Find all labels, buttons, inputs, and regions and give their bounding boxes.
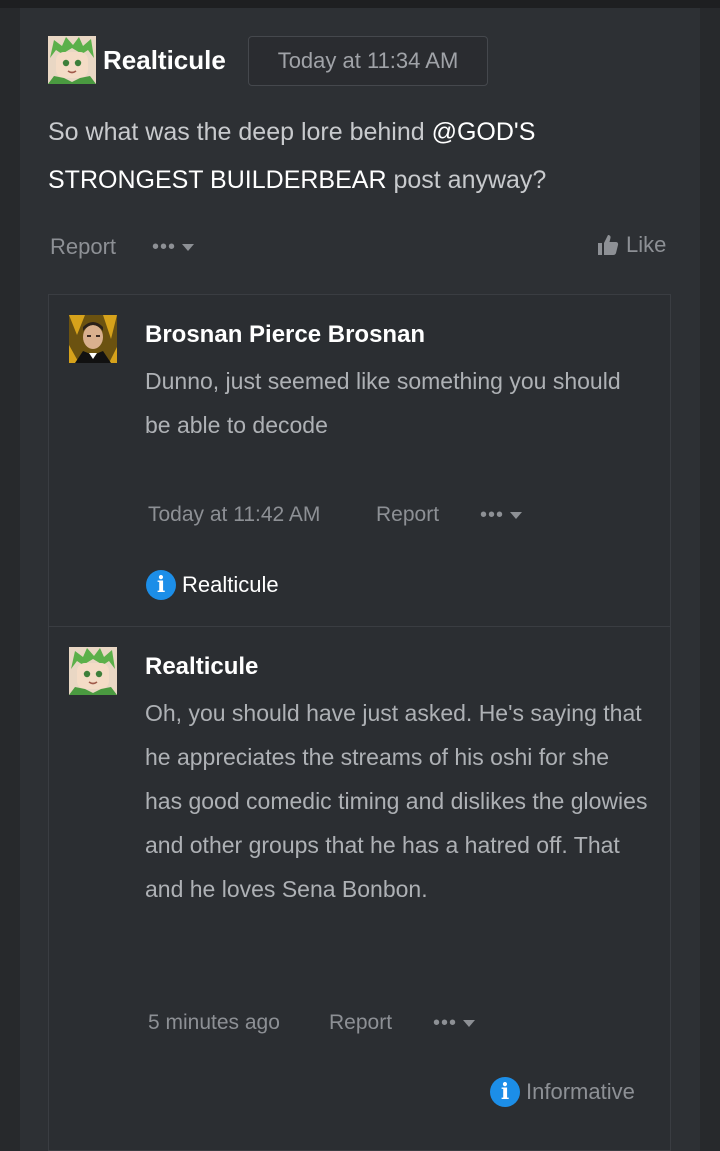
comment-item: Realticule Oh, you should have just aske… bbox=[49, 626, 670, 1151]
comment-body: Oh, you should have just asked. He's say… bbox=[145, 700, 648, 902]
caret-down-icon bbox=[510, 512, 523, 520]
comment-timestamp[interactable]: 5 minutes ago bbox=[148, 1011, 280, 1035]
reaction-label[interactable]: Informative bbox=[526, 1079, 635, 1105]
commenter-name[interactable]: Brosnan Pierce Brosnan bbox=[145, 321, 425, 349]
comment-list: Brosnan Pierce Brosnan Dunno, just seeme… bbox=[48, 294, 671, 1151]
comment-body: Dunno, just seemed like something you sh… bbox=[145, 368, 621, 438]
like-button[interactable]: Like bbox=[596, 232, 666, 258]
author-avatar[interactable] bbox=[48, 36, 96, 84]
comment-timestamp[interactable]: Today at 11:42 AM bbox=[148, 503, 320, 527]
caret-down-icon bbox=[182, 244, 195, 252]
more-dots: ••• bbox=[433, 1012, 458, 1034]
comment-item: Brosnan Pierce Brosnan Dunno, just seeme… bbox=[49, 295, 670, 626]
commenter-avatar[interactable] bbox=[69, 315, 117, 363]
thumbs-up-icon bbox=[598, 235, 619, 255]
report-button[interactable]: Report bbox=[50, 234, 116, 260]
informative-icon: i bbox=[146, 570, 176, 600]
reaction-summary[interactable]: i Informative bbox=[490, 1077, 635, 1107]
top-bar bbox=[0, 0, 720, 8]
post-timestamp[interactable]: Today at 11:34 AM bbox=[248, 36, 488, 86]
comment-more-options-button[interactable]: ••• bbox=[433, 1012, 476, 1035]
informative-icon: i bbox=[490, 1077, 520, 1107]
more-options-button[interactable]: ••• bbox=[152, 236, 195, 259]
comment-more-options-button[interactable]: ••• bbox=[480, 504, 523, 527]
post-body: So what was the deep lore behind @GOD'S … bbox=[48, 108, 668, 204]
more-dots: ••• bbox=[152, 236, 177, 258]
commenter-name[interactable]: Realticule bbox=[145, 653, 258, 681]
profile-post: Realticule Today at 11:34 AM So what was… bbox=[20, 8, 700, 1151]
commenter-avatar[interactable] bbox=[69, 647, 117, 695]
more-dots: ••• bbox=[480, 504, 505, 526]
comment-report-button[interactable]: Report bbox=[376, 503, 439, 527]
author-name[interactable]: Realticule bbox=[103, 45, 226, 76]
like-label: Like bbox=[626, 232, 667, 257]
reaction-summary[interactable]: i Realticule bbox=[146, 570, 279, 600]
comment-report-button[interactable]: Report bbox=[329, 1011, 392, 1035]
reaction-user[interactable]: Realticule bbox=[182, 572, 279, 598]
caret-down-icon bbox=[463, 1020, 476, 1028]
post-body-text-end: post anyway? bbox=[386, 166, 547, 194]
post-body-text: So what was the deep lore behind bbox=[48, 118, 432, 146]
